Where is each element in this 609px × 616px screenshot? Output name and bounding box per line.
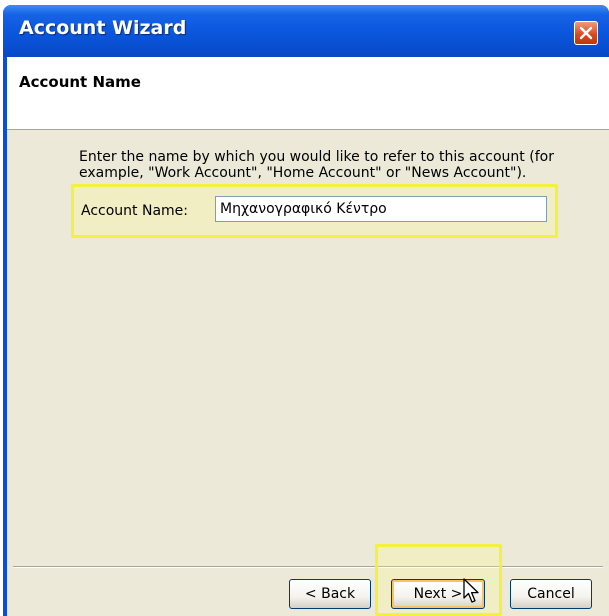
window-title: Account Wizard [19,17,187,39]
dialog-client-area: Account Name Enter the name by which you… [7,57,609,616]
account-wizard-window: Account Wizard Account Name Enter the na… [3,5,609,616]
instruction-text: Enter the name by which you would like t… [79,149,554,181]
cancel-button[interactable]: Cancel [510,579,592,609]
title-bar[interactable]: Account Wizard [3,5,609,57]
account-name-label: Account Name: [81,203,188,219]
button-divider [13,566,603,568]
account-name-input[interactable] [215,196,547,222]
close-icon [579,26,593,40]
close-button[interactable] [574,21,598,45]
mouse-pointer-icon [463,578,479,603]
back-button[interactable]: < Back [289,579,371,609]
page-title: Account Name [19,73,141,91]
wizard-header: Account Name [7,57,609,130]
